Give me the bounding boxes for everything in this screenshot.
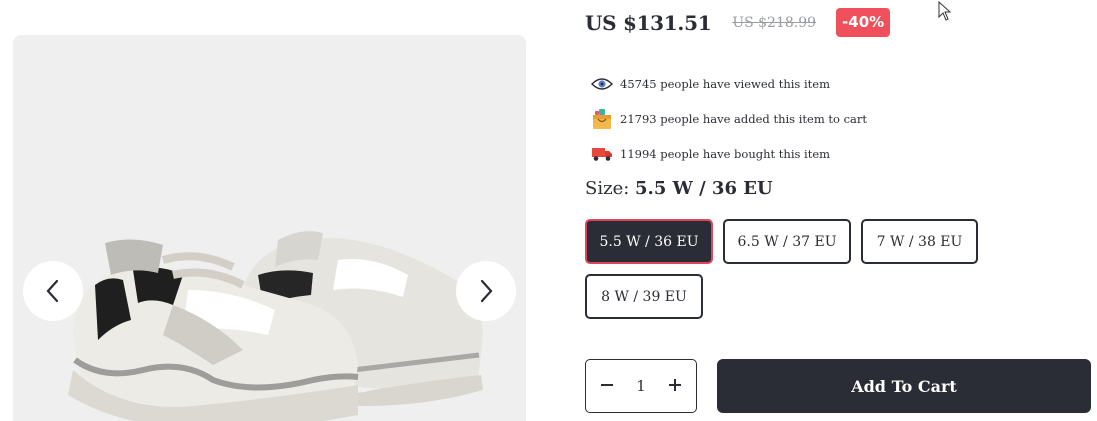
add-to-cart-button[interactable]: Add To Cart [717,359,1091,413]
quantity-stepper [585,359,697,413]
quantity-decrease-button[interactable] [600,375,614,397]
stat-added: 21793 people have added this item to car… [590,108,867,130]
minus-icon [601,384,613,386]
size-selected-value: 5.5 W / 36 EU [635,178,773,199]
quantity-increase-button[interactable] [668,375,682,397]
stat-added-text: 21793 people have added this item to car… [620,112,867,126]
truck-icon [590,143,614,165]
discount-badge: -40% [836,8,891,37]
mouse-cursor-icon [938,1,952,21]
chevron-left-icon [46,279,59,303]
add-to-cart-label: Add To Cart [851,376,957,396]
quantity-input[interactable] [626,377,656,395]
chevron-right-icon [480,279,493,303]
plus-icon [669,379,681,391]
size-option-label: 8 W / 39 EU [601,288,687,305]
gallery-next-button[interactable] [456,261,516,321]
eye-icon [590,73,614,95]
current-price: US $131.51 [585,10,712,35]
product-gallery [13,35,526,421]
price-row: US $131.51 US $218.99 -40% [585,8,891,37]
size-option-label: 5.5 W / 36 EU [599,233,699,250]
size-label: Size: 5.5 W / 36 EU [585,178,773,199]
stat-viewed-text: 45745 people have viewed this item [620,77,830,91]
size-option-7w[interactable]: 7 W / 38 EU [861,219,978,264]
stat-viewed: 45745 people have viewed this item [590,73,830,95]
cart-bag-icon [590,108,614,130]
size-option-8w[interactable]: 8 W / 39 EU [585,274,703,319]
size-option-6-5w[interactable]: 6.5 W / 37 EU [723,219,851,264]
gallery-prev-button[interactable] [23,261,83,321]
original-price: US $218.99 [732,14,817,31]
size-option-label: 6.5 W / 37 EU [737,233,837,250]
size-label-prefix: Size: [585,178,630,199]
stat-bought: 11994 people have bought this item [590,143,830,165]
stat-bought-text: 11994 people have bought this item [620,147,831,161]
product-image [68,231,483,421]
size-option-label: 7 W / 38 EU [876,233,963,250]
size-option-5-5w[interactable]: 5.5 W / 36 EU [585,219,713,264]
